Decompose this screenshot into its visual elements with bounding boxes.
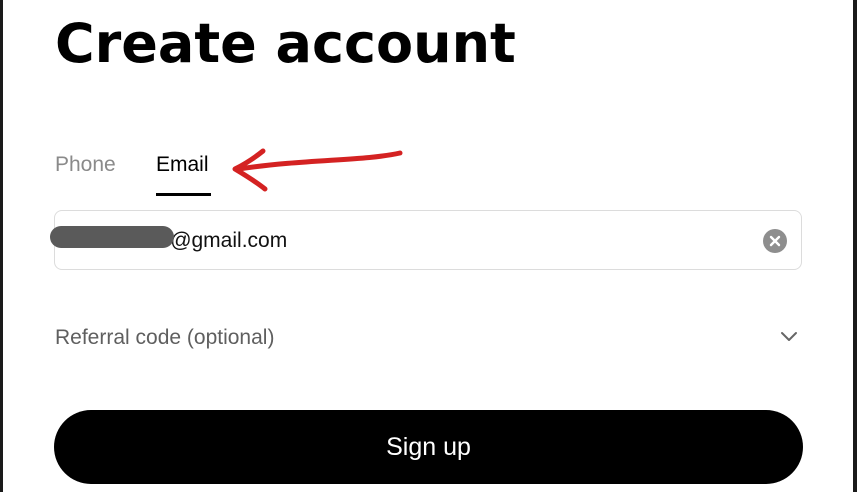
redaction-mark — [50, 226, 174, 248]
active-tab-indicator — [156, 193, 211, 196]
referral-code-label: Referral code (optional) — [55, 326, 275, 349]
clear-input-button[interactable] — [763, 229, 787, 253]
referral-code-toggle[interactable]: Referral code (optional) — [55, 318, 803, 358]
email-field[interactable]: @gmail.com — [50, 210, 802, 270]
close-icon — [769, 235, 781, 247]
sign-up-button[interactable]: Sign up — [54, 410, 803, 484]
tab-phone[interactable]: Phone — [55, 150, 116, 180]
create-account-panel: Create account Phone Email @gmail.com Re… — [3, 0, 853, 492]
email-visible-text: @gmail.com — [170, 229, 288, 252]
page-title: Create account — [55, 12, 516, 75]
tab-email[interactable]: Email — [156, 150, 209, 180]
chevron-down-icon — [781, 332, 797, 341]
red-arrow-icon — [232, 148, 403, 192]
